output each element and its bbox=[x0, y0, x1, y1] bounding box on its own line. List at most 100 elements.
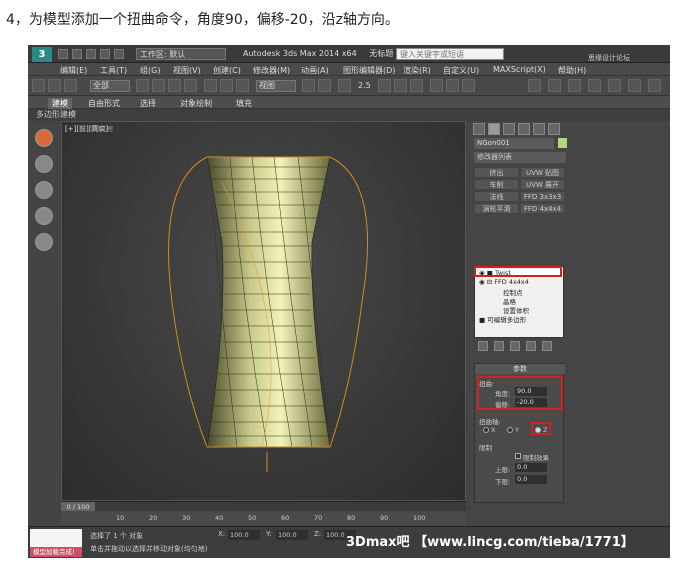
snap-toggle[interactable]: 2.5 bbox=[358, 81, 371, 90]
stack-item-editable-poly[interactable]: ■ 可编辑多边形 bbox=[479, 314, 526, 324]
pivot-icon[interactable] bbox=[302, 79, 315, 92]
axis-y-radio[interactable] bbox=[507, 427, 513, 433]
lower-limit-input[interactable]: 0.0 bbox=[515, 475, 547, 484]
menu-help[interactable]: 帮助(H) bbox=[558, 65, 586, 76]
twisted-vase-model[interactable] bbox=[62, 122, 466, 501]
menu-tools[interactable]: 工具(T) bbox=[100, 65, 127, 76]
workspace-dropdown[interactable]: 工作区: 默认 bbox=[136, 48, 226, 60]
y-coord-input[interactable]: 100.0 bbox=[276, 530, 308, 540]
render-icon[interactable] bbox=[648, 79, 661, 92]
selection-filter-dropdown[interactable]: 全部 bbox=[90, 80, 130, 92]
turbosmooth-button[interactable]: 涡轮平滑 bbox=[474, 203, 519, 214]
redo-icon[interactable] bbox=[114, 49, 124, 59]
limit-group-label: 限制 bbox=[479, 444, 492, 452]
menu-create[interactable]: 创建(C) bbox=[213, 65, 241, 76]
display-tab-icon[interactable] bbox=[533, 123, 545, 135]
object-color-swatch[interactable] bbox=[558, 138, 567, 148]
limit-effect-checkbox[interactable] bbox=[515, 453, 521, 459]
menu-group[interactable]: 组(G) bbox=[140, 65, 160, 76]
app-logo[interactable]: 3 bbox=[32, 47, 52, 62]
axis-x-radio[interactable] bbox=[483, 427, 489, 433]
curve-editor-icon[interactable] bbox=[548, 79, 561, 92]
move-icon[interactable] bbox=[204, 79, 217, 92]
modifier-list-dropdown[interactable]: 修改器列表 bbox=[474, 152, 566, 163]
front-viewport[interactable]: [+][前][真实] 明暗处理 bbox=[61, 121, 466, 501]
search-input[interactable]: 键入关键字或短语 bbox=[396, 48, 504, 60]
stack-item-ffd[interactable]: ◉ ⊟ FFD 4x4x4 bbox=[479, 278, 529, 286]
document-icon[interactable] bbox=[35, 155, 53, 173]
pin-stack-icon[interactable] bbox=[478, 341, 488, 351]
link-icon[interactable] bbox=[48, 79, 61, 92]
menu-rendering[interactable]: 渲染(R) bbox=[403, 65, 431, 76]
x-coord-input[interactable]: 100.0 bbox=[228, 530, 260, 540]
menu-graph-editors[interactable]: 图形编辑器(D) bbox=[343, 65, 395, 76]
save-file-icon[interactable] bbox=[86, 49, 96, 59]
rotate-icon[interactable] bbox=[220, 79, 233, 92]
tab-populate[interactable]: 填充 bbox=[236, 98, 252, 109]
create-tab-icon[interactable] bbox=[473, 123, 485, 135]
spinner-snap-icon[interactable] bbox=[410, 79, 423, 92]
show-end-result-icon[interactable] bbox=[494, 341, 504, 351]
menu-edit[interactable]: 编辑(E) bbox=[60, 65, 87, 76]
angle-snap-icon[interactable] bbox=[378, 79, 391, 92]
cloud-icon[interactable] bbox=[35, 181, 53, 199]
tab-object-paint[interactable]: 对象绘制 bbox=[180, 98, 212, 109]
menu-modifiers[interactable]: 修改器(M) bbox=[253, 65, 290, 76]
heart-icon[interactable] bbox=[35, 207, 53, 225]
hierarchy-tab-icon[interactable] bbox=[503, 123, 515, 135]
tab-modeling[interactable]: 建模 bbox=[48, 98, 72, 109]
motion-tab-icon[interactable] bbox=[518, 123, 530, 135]
ffd333-button[interactable]: FFD 3x3x3 bbox=[520, 191, 565, 202]
rendered-frame-icon[interactable] bbox=[628, 79, 641, 92]
undo-icon[interactable] bbox=[100, 49, 110, 59]
mirror-icon[interactable] bbox=[446, 79, 459, 92]
track-bar[interactable]: 10 20 30 40 50 60 70 80 90 100 bbox=[61, 511, 466, 525]
named-selection-icon[interactable] bbox=[430, 79, 443, 92]
tab-selection[interactable]: 选择 bbox=[140, 98, 156, 109]
remove-modifier-icon[interactable] bbox=[526, 341, 536, 351]
object-name-field[interactable]: NGon001 bbox=[474, 138, 554, 149]
render-setup-icon[interactable] bbox=[608, 79, 621, 92]
scale-icon[interactable] bbox=[236, 79, 249, 92]
open-file-icon[interactable] bbox=[72, 49, 82, 59]
select-by-name-icon[interactable] bbox=[152, 79, 165, 92]
ffd444-button[interactable]: FFD 4x4x4 bbox=[520, 203, 565, 214]
ribbon-tabs: 建模 自由形式 选择 对象绘制 填充 bbox=[28, 96, 670, 109]
extrude-button[interactable]: 挤出 bbox=[474, 167, 519, 178]
unwrap-uvw-button[interactable]: UVW 展开 bbox=[520, 179, 565, 190]
keyboard-shortcut-icon[interactable] bbox=[338, 79, 351, 92]
app-home-icon[interactable] bbox=[35, 129, 53, 147]
gear-icon[interactable] bbox=[35, 233, 53, 251]
window-crossing-icon[interactable] bbox=[184, 79, 197, 92]
menu-customize[interactable]: 自定义(U) bbox=[443, 65, 479, 76]
axis-group-label: 扭曲轴: bbox=[479, 418, 501, 426]
rect-selection-icon[interactable] bbox=[168, 79, 181, 92]
percent-snap-icon[interactable] bbox=[394, 79, 407, 92]
tab-freeform[interactable]: 自由形式 bbox=[88, 98, 120, 109]
undo-icon[interactable] bbox=[32, 79, 45, 92]
unlink-icon[interactable] bbox=[64, 79, 77, 92]
time-slider[interactable]: 0 / 100 bbox=[61, 501, 466, 512]
menu-maxscript[interactable]: MAXScript(X) bbox=[493, 65, 546, 74]
select-manipulate-icon[interactable] bbox=[318, 79, 331, 92]
new-file-icon[interactable] bbox=[58, 49, 68, 59]
make-unique-icon[interactable] bbox=[510, 341, 520, 351]
utilities-tab-icon[interactable] bbox=[548, 123, 560, 135]
axis-y-label: Y bbox=[515, 426, 519, 434]
configure-sets-icon[interactable] bbox=[542, 341, 552, 351]
select-object-icon[interactable] bbox=[136, 79, 149, 92]
align-icon[interactable] bbox=[462, 79, 475, 92]
modify-tab-icon[interactable] bbox=[488, 123, 500, 135]
menu-animation[interactable]: 动画(A) bbox=[301, 65, 329, 76]
uvw-map-button[interactable]: UVW 贴图 bbox=[520, 167, 565, 178]
schematic-view-icon[interactable] bbox=[568, 79, 581, 92]
lathe-button[interactable]: 车削 bbox=[474, 179, 519, 190]
upper-limit-input[interactable]: 0.0 bbox=[515, 463, 547, 472]
reference-coord-dropdown[interactable]: 视图 bbox=[256, 80, 296, 92]
normal-button[interactable]: 法线 bbox=[474, 191, 519, 202]
panel-tabs bbox=[473, 123, 568, 136]
parameters-title[interactable]: 参数 bbox=[475, 364, 565, 374]
menu-view[interactable]: 视图(V) bbox=[173, 65, 201, 76]
layer-manager-icon[interactable] bbox=[528, 79, 541, 92]
material-editor-icon[interactable] bbox=[588, 79, 601, 92]
